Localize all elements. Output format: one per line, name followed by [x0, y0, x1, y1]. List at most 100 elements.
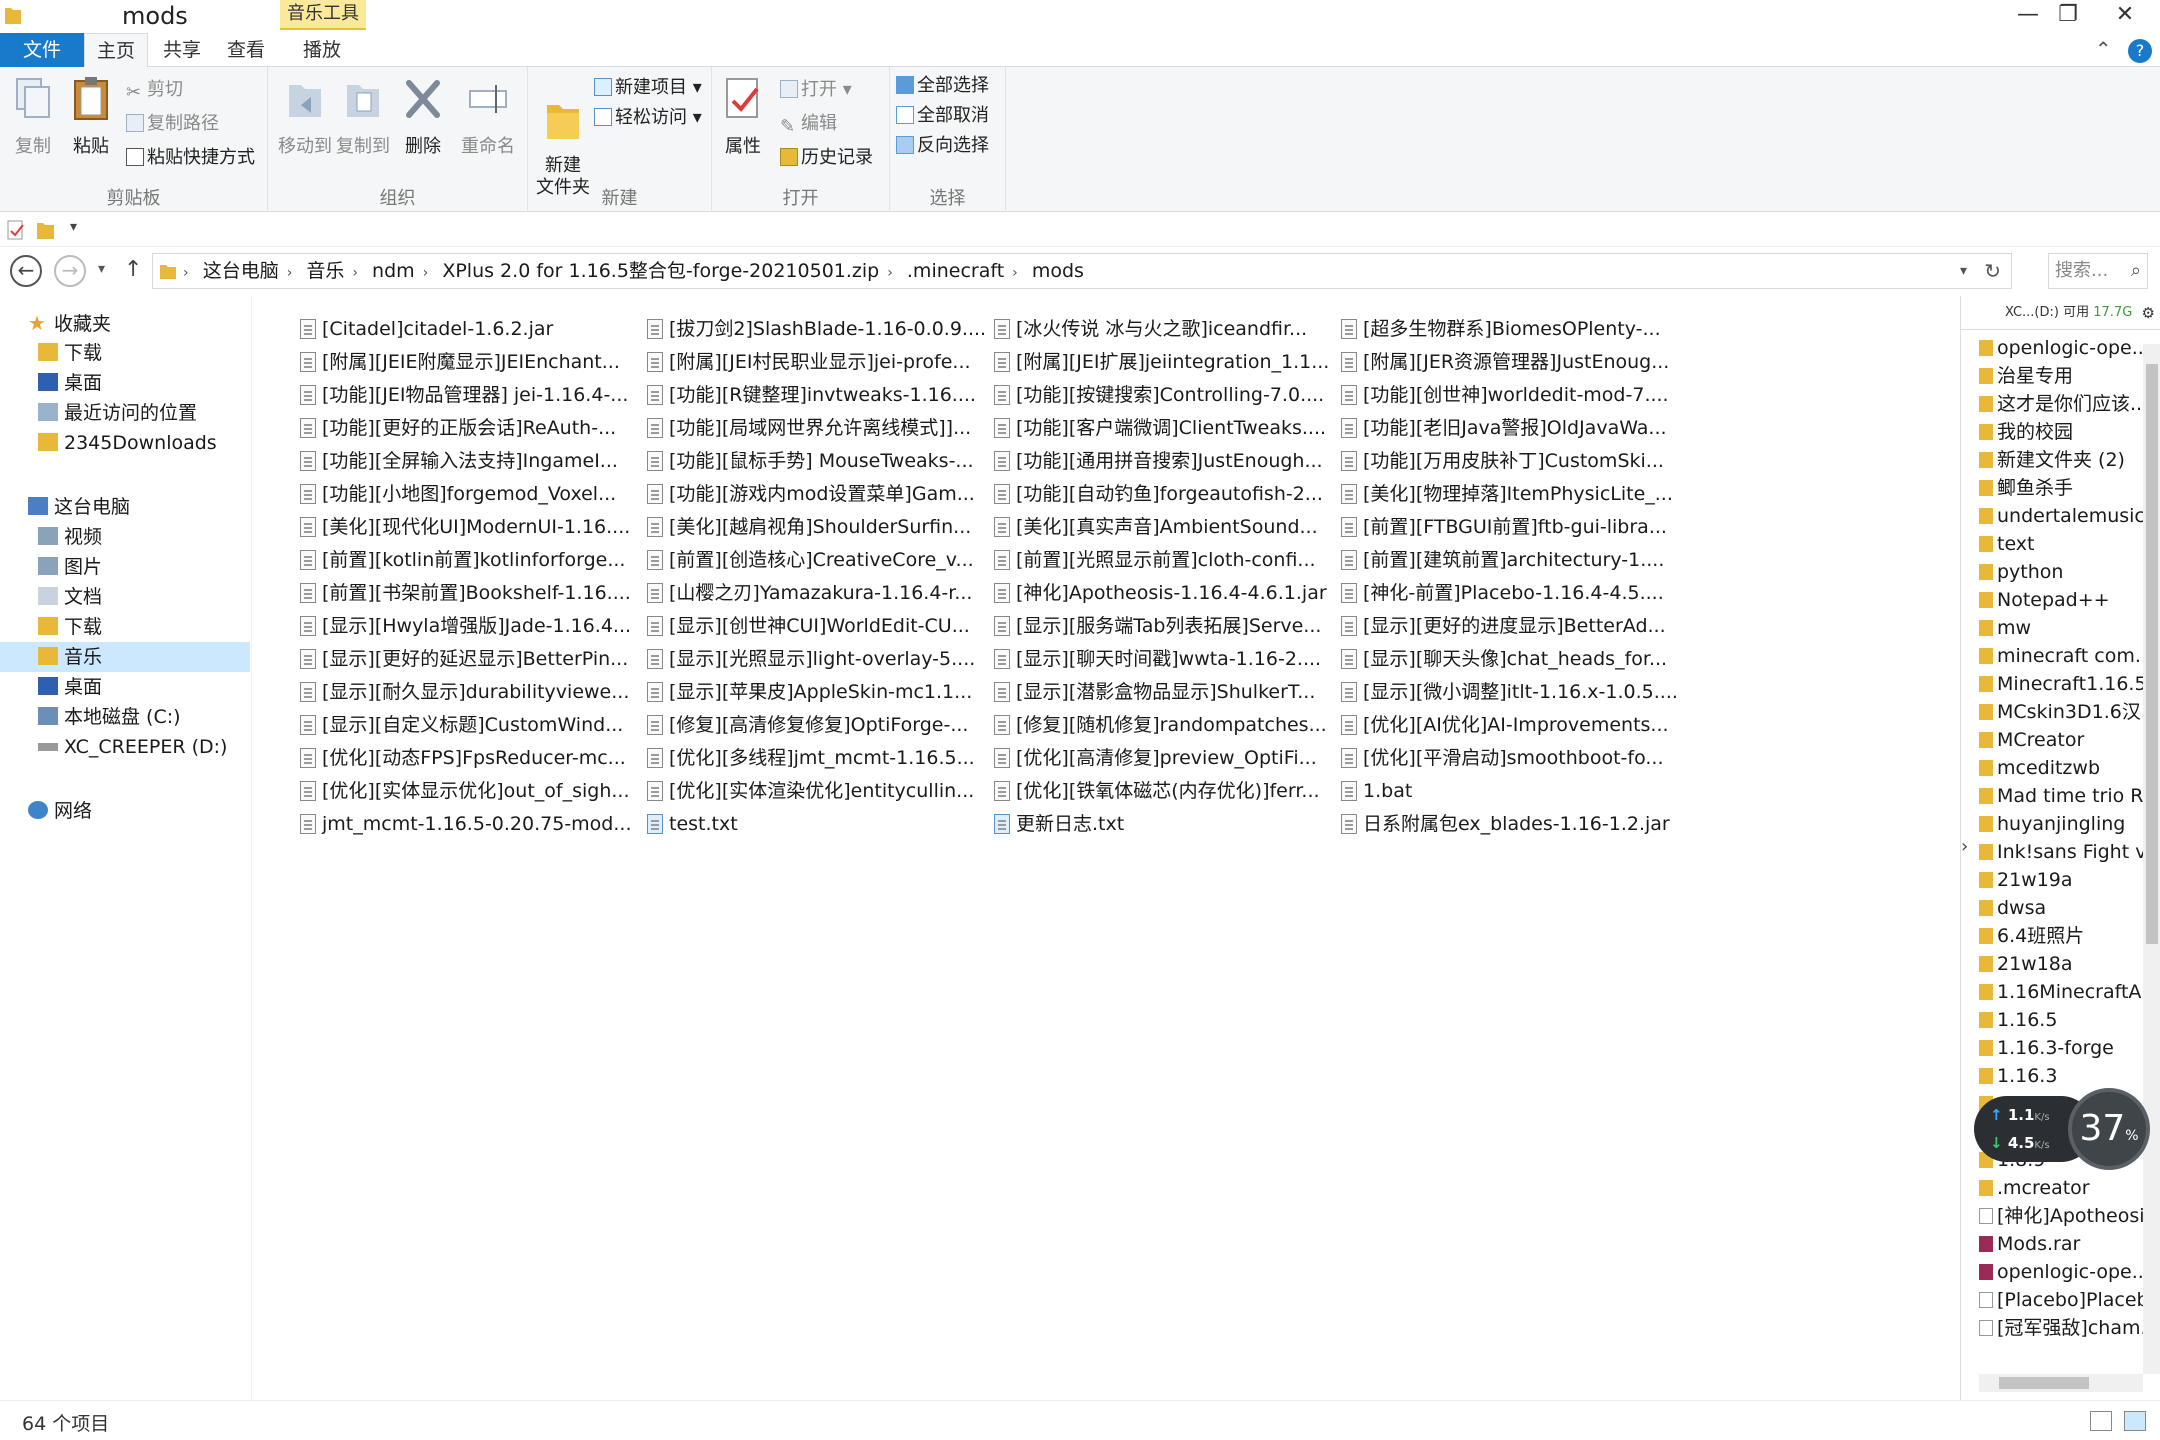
file-item[interactable]: [优化][动态FPS]FpsReducer-mc...: [300, 743, 640, 773]
recent-locations-icon[interactable]: ▾: [98, 261, 105, 277]
side-list-item[interactable]: huyanjingling: [1979, 810, 2151, 838]
file-item[interactable]: [附属][JEI扩展]jeiintegration_1.1...: [994, 347, 1334, 377]
nav-favorites[interactable]: ★ 收藏夹: [28, 308, 278, 338]
side-list-item[interactable]: minecraft com...: [1979, 642, 2151, 670]
side-list-item[interactable]: 鲫鱼杀手: [1979, 474, 2151, 502]
customize-qat-icon[interactable]: ▾: [70, 219, 77, 235]
file-item[interactable]: [功能][全屏输入法支持]IngameI...: [300, 446, 640, 476]
file-item[interactable]: [附属][JEI村民职业显示]jei-profe...: [647, 347, 987, 377]
file-item[interactable]: [前置][光照显示前置]cloth-confi...: [994, 545, 1334, 575]
tab-share[interactable]: 共享: [150, 33, 214, 67]
file-item[interactable]: [显示][潜影盒物品显示]ShulkerT...: [994, 677, 1334, 707]
copy-button[interactable]: 复制: [10, 75, 56, 158]
file-item[interactable]: [显示][耐久显示]durabilityviewe...: [300, 677, 640, 707]
breadcrumb-minecraft[interactable]: .minecraft: [907, 254, 1004, 288]
refresh-icon[interactable]: ↻: [1984, 254, 2001, 288]
nav-documents[interactable]: 文档: [38, 582, 288, 612]
file-item[interactable]: [功能][自动钓鱼]forgeautofish-2...: [994, 479, 1334, 509]
file-item[interactable]: [功能][老旧Java警报]OldJavaWa...: [1341, 413, 1681, 443]
side-vertical-scrollbar[interactable]: [2143, 344, 2160, 1374]
side-list-item[interactable]: 我的校园: [1979, 418, 2151, 446]
side-list-item[interactable]: 治星专用: [1979, 362, 2151, 390]
tab-play[interactable]: 播放: [286, 33, 358, 67]
paste-button[interactable]: 粘贴: [66, 75, 116, 158]
file-item[interactable]: [显示][更好的延迟显示]BetterPin...: [300, 644, 640, 674]
breadcrumb-separator[interactable]: ›: [423, 256, 429, 288]
settings-gear-icon[interactable]: ⚙: [2142, 296, 2155, 329]
side-list-item[interactable]: python: [1979, 558, 2151, 586]
side-list-item[interactable]: 这才是你们应该...: [1979, 390, 2151, 418]
edit-button[interactable]: ✎ 编辑: [780, 111, 837, 137]
file-item[interactable]: [神化]Apotheosis-1.16.4-4.6.1.jar: [994, 578, 1334, 608]
file-item[interactable]: [前置][创造核心]CreativeCore_v...: [647, 545, 987, 575]
file-item[interactable]: [显示][Hwyla增强版]Jade-1.16.4...: [300, 611, 640, 641]
side-list-item[interactable]: Mods.rar: [1979, 1230, 2151, 1258]
delete-button[interactable]: 删除: [398, 75, 448, 158]
file-item[interactable]: [神化-前置]Placebo-1.16.4-4.5....: [1341, 578, 1681, 608]
nav-videos[interactable]: 视频: [38, 522, 288, 552]
collapse-ribbon-icon[interactable]: ⌃: [2095, 37, 2112, 61]
file-item[interactable]: [显示][创世神CUI]WorldEdit-CU...: [647, 611, 987, 641]
scrollbar-thumb[interactable]: [2146, 364, 2158, 944]
file-item[interactable]: [显示][微小调整]itlt-1.16.x-1.0.5....: [1341, 677, 1681, 707]
side-list-item[interactable]: MCreator: [1979, 726, 2151, 754]
up-button[interactable]: ↑: [124, 257, 142, 282]
breadcrumb-ndm[interactable]: ndm: [372, 254, 415, 288]
side-list-item[interactable]: mw: [1979, 614, 2151, 642]
forward-button[interactable]: →: [54, 255, 86, 287]
side-list-item[interactable]: undertalemusic: [1979, 502, 2151, 530]
move-to-button[interactable]: 移动到: [276, 75, 334, 158]
copy-to-button[interactable]: 复制到: [334, 75, 392, 158]
maximize-button[interactable]: ❐: [2040, 0, 2096, 32]
breadcrumb-this-pc[interactable]: 这台电脑: [203, 254, 279, 288]
invert-selection-button[interactable]: 反向选择: [896, 133, 989, 159]
side-list-item[interactable]: Notepad++: [1979, 586, 2151, 614]
search-input[interactable]: 搜索... ⌕: [2048, 253, 2148, 289]
file-item[interactable]: [冰火传说 冰与火之歌]iceandfir...: [994, 314, 1334, 344]
file-item[interactable]: [显示][更好的进度显示]BetterAd...: [1341, 611, 1681, 641]
side-list-item[interactable]: openlogic-ope...: [1979, 1258, 2151, 1286]
file-item[interactable]: [优化][实体渲染优化]entitycullin...: [647, 776, 987, 806]
large-icons-view-icon[interactable]: [2124, 1411, 2146, 1431]
nav-fav-desktop[interactable]: 桌面: [38, 368, 288, 398]
properties-small-icon[interactable]: [6, 219, 26, 241]
side-list-item[interactable]: 1.16.3: [1979, 1062, 2151, 1090]
file-item[interactable]: [功能][R键整理]invtweaks-1.16....: [647, 380, 987, 410]
nav-desktop[interactable]: 桌面: [38, 672, 288, 702]
history-button[interactable]: 历史记录: [780, 145, 873, 171]
nav-fav-recent[interactable]: 最近访问的位置: [38, 398, 288, 428]
file-item[interactable]: [优化][铁氧体磁芯(内存优化)]ferr...: [994, 776, 1334, 806]
side-list-item[interactable]: .mcreator: [1979, 1174, 2151, 1202]
nav-drive-d[interactable]: XC_CREEPER (D:): [38, 732, 288, 762]
file-item[interactable]: 日系附属包ex_blades-1.16-1.2.jar: [1341, 809, 1681, 839]
address-dropdown-icon[interactable]: ▾: [1960, 254, 1967, 288]
file-item[interactable]: [美化][现代化UI]ModernUI-1.16....: [300, 512, 640, 542]
file-item[interactable]: 1.bat: [1341, 776, 1681, 806]
file-item[interactable]: [显示][光照显示]light-overlay-5....: [647, 644, 987, 674]
file-item[interactable]: [功能][创世神]worldedit-mod-7....: [1341, 380, 1681, 410]
scrollbar-thumb[interactable]: [1999, 1377, 2089, 1389]
breadcrumb-music[interactable]: 音乐: [306, 254, 344, 288]
file-item[interactable]: [功能][JEI物品管理器] jei-1.16.4-...: [300, 380, 640, 410]
back-button[interactable]: ←: [10, 255, 42, 287]
side-list-item[interactable]: 1.16MinecraftA...: [1979, 978, 2151, 1006]
nav-music[interactable]: 音乐: [0, 642, 250, 672]
file-item[interactable]: [优化][实体显示优化]out_of_sigh...: [300, 776, 640, 806]
nav-fav-downloads[interactable]: 下载: [38, 338, 288, 368]
paste-shortcut-button[interactable]: 粘贴快捷方式: [126, 145, 255, 171]
rename-button[interactable]: 重命名: [456, 75, 520, 158]
file-item[interactable]: [拔刀剑2]SlashBlade-1.16-0.0.9....: [647, 314, 987, 344]
close-button[interactable]: ✕: [2090, 0, 2160, 32]
easy-access-button[interactable]: 轻松访问 ▾: [594, 105, 702, 131]
side-list-item[interactable]: 新建文件夹 (2): [1979, 446, 2151, 474]
tab-file[interactable]: 文件: [0, 33, 84, 67]
file-item[interactable]: jmt_mcmt-1.16.5-0.20.75-mod...: [300, 809, 640, 839]
nav-downloads[interactable]: 下载: [38, 612, 288, 642]
file-item[interactable]: [超多生物群系]BiomesOPlenty-...: [1341, 314, 1681, 344]
file-item[interactable]: [优化][AI优化]AI-Improvements...: [1341, 710, 1681, 740]
details-view-icon[interactable]: [2090, 1411, 2112, 1431]
nav-fav-2345downloads[interactable]: 2345Downloads: [38, 428, 288, 458]
tab-view[interactable]: 查看: [214, 33, 278, 67]
nav-network[interactable]: 网络: [28, 796, 278, 826]
select-none-button[interactable]: 全部取消: [896, 103, 989, 129]
